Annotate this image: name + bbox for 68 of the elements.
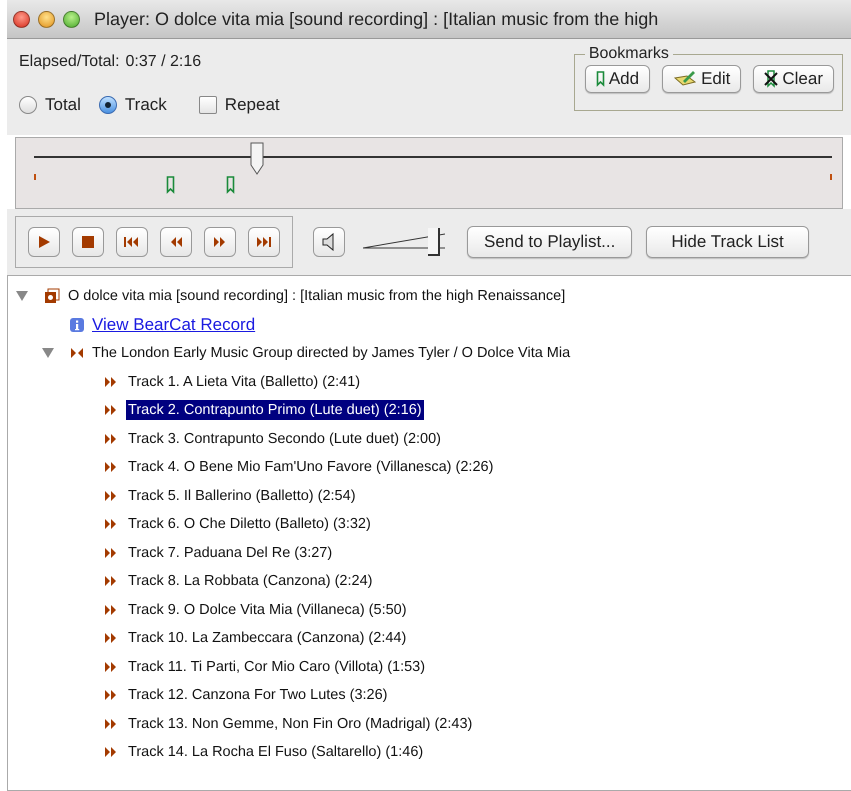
track-icon (104, 575, 118, 588)
edit-bookmark-button[interactable]: Edit (662, 65, 742, 93)
track-item[interactable]: Track 6. O Che Diletto (Balleto) (3:32) (126, 514, 373, 534)
track-item[interactable]: Track 11. Ti Parti, Cor Mio Caro (Villota) (1:53) (126, 656, 428, 677)
track-item[interactable]: Track 7. Paduana Del Re (3:27) (126, 542, 334, 563)
expand-arrow-icon[interactable] (42, 348, 54, 358)
track-icon (104, 689, 118, 702)
stop-button[interactable] (72, 227, 104, 257)
add-bookmark-button[interactable]: Add (584, 65, 650, 93)
track-item[interactable]: Track 3. Contrapunto Secondo (Lute duet) (2:00) (126, 428, 444, 449)
elapsed-time: 0:37 / 2:16 (126, 53, 202, 71)
radio-option[interactable]: Total (19, 95, 81, 115)
track-item[interactable]: Track 5. Il Ballerino (Balletto) (2:54) (126, 486, 358, 506)
skip-back-icon (123, 235, 141, 249)
elapsed-label: Elapsed/Total: (19, 53, 120, 71)
clear-bookmark-button[interactable]: Clear (753, 65, 834, 93)
track-icon (104, 432, 118, 445)
stop-icon (79, 235, 97, 249)
track-item[interactable]: Track 8. La Robbata (Canzona) (2:24) (126, 571, 374, 592)
track-icon (104, 404, 118, 416)
seek-slider[interactable] (34, 142, 832, 172)
bookmarks-title: Bookmarks (588, 45, 670, 63)
pencil-icon (673, 70, 698, 88)
expand-arrow-icon[interactable] (16, 291, 28, 302)
track-item[interactable]: Track 1. A Lieta Vita (Balletto) (2:41) (126, 372, 362, 392)
bookmark-icon (596, 71, 605, 87)
track-item[interactable]: Track 14. La Rocha El Fuso (Saltarello) (1:46) (126, 742, 426, 762)
track-icon (104, 376, 118, 388)
action-button[interactable]: Hide Track List (646, 226, 809, 258)
track-icon (104, 632, 118, 644)
last-button[interactable] (248, 227, 280, 257)
record-link[interactable]: View BearCat Record (92, 314, 256, 335)
track-icon (104, 604, 118, 616)
slider-thumb[interactable] (249, 142, 266, 176)
crossed-bookmark-icon (764, 70, 778, 88)
speaker-button[interactable] (313, 227, 345, 257)
zoom-button[interactable] (63, 10, 80, 28)
album-title[interactable]: The London Early Music Group directed by James Tyler / O Dolce Vita Mia (92, 345, 570, 362)
back-button[interactable] (160, 227, 192, 257)
slider-thumb[interactable] (428, 228, 440, 256)
close-button[interactable] (13, 10, 30, 28)
track-icon (104, 461, 118, 474)
volume-slider[interactable] (363, 228, 445, 256)
minimize-button[interactable] (38, 10, 55, 28)
recording-icon (44, 288, 60, 304)
play-button[interactable] (28, 227, 60, 257)
radio-option[interactable]: Track (98, 95, 167, 115)
track-item[interactable]: Track 2. Contrapunto Primo (Lute duet) (2:16) (126, 400, 424, 420)
track-item[interactable]: Track 13. Non Gemme, Non Fin Oro (Madrigal) (2:43) (126, 714, 474, 734)
track-item[interactable]: Track 9. O Dolce Vita Mia (Villaneca) (5:50) (126, 600, 409, 620)
track-icon (104, 518, 118, 530)
track-icon (104, 718, 118, 730)
recording-title[interactable]: O dolce vita mia [sound recording] : [Italian music from the high Renaissance] (68, 288, 566, 304)
track-icon (104, 490, 118, 502)
track-icon (104, 660, 118, 673)
first-button[interactable] (116, 227, 148, 257)
track-item[interactable]: Track 12. Canzona For Two Lutes (3:26) (126, 685, 390, 706)
forward-button[interactable] (204, 227, 236, 257)
track-item[interactable]: Track 10. La Zambeccara (Canzona) (2:44) (126, 628, 408, 648)
info-icon (70, 318, 84, 332)
window-title: Player: O dolce vita mia [sound recording] : [Italian music from the high (94, 8, 658, 30)
track-icon (104, 746, 118, 758)
album-icon (70, 347, 84, 360)
track-icon (104, 546, 118, 559)
repeat-checkbox[interactable]: Repeat (198, 95, 280, 115)
track-item[interactable]: Track 4. O Bene Mio Fam'Uno Favore (Villanesca) (2:26) (126, 457, 496, 478)
skip-forward-icon (255, 235, 273, 249)
action-button[interactable]: Send to Playlist... (467, 226, 632, 258)
